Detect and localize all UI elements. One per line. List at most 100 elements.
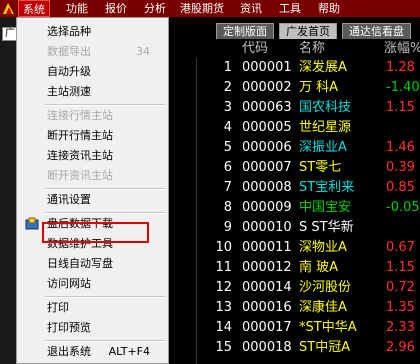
- stock-name: 深物业A: [299, 240, 347, 255]
- change-percent: 0.85: [386, 180, 415, 195]
- stock-name: 深康佳A: [299, 300, 347, 315]
- table-row[interactable]: 10 000011 深物业A 0.67: [196, 238, 420, 258]
- tab-gf-home[interactable]: 广发首页: [279, 23, 337, 39]
- stock-code: 000011: [242, 240, 292, 255]
- stock-code: 000007: [242, 160, 292, 175]
- menu-item-8: 断开资讯主站: [17, 166, 168, 186]
- stock-name: 国农科技: [299, 100, 352, 115]
- menu-item-label: 日线自动写盘: [47, 257, 113, 270]
- menu-item-2: 数据导出 34: [17, 42, 168, 62]
- table-row[interactable]: 13 000016 深康佳A 1.35: [196, 298, 420, 318]
- change-percent: 1.35: [386, 300, 415, 315]
- tab-tdx-watch[interactable]: 通达信看盘: [342, 23, 411, 39]
- menu-analysis[interactable]: 分析: [140, 0, 170, 17]
- menu-item-16[interactable]: 退出系统 ALT+F4: [17, 342, 168, 362]
- table-row[interactable]: 11 000012 南 玻A 1.15: [196, 258, 420, 278]
- table-row[interactable]: 14 000017 *ST中华A 2.33: [196, 318, 420, 338]
- stock-name: 万 科A: [299, 80, 339, 95]
- change-percent: 2.96: [386, 340, 415, 355]
- change-percent: 2.33: [386, 320, 415, 335]
- menu-separator: [45, 188, 165, 190]
- column-header-name[interactable]: 名称: [299, 40, 325, 58]
- menu-hk-futures[interactable]: 港股期货: [176, 0, 228, 17]
- table-row[interactable]: 9 000010 S ST华新: [196, 218, 420, 238]
- change-percent: 0.72: [386, 280, 415, 295]
- stock-code: 000006: [242, 140, 292, 155]
- stock-code: 000016: [242, 300, 292, 315]
- stock-code: 000002: [242, 80, 292, 95]
- row-index: 8: [223, 200, 232, 215]
- stock-code: 000018: [242, 340, 292, 355]
- menu-separator: [45, 212, 165, 214]
- table-row[interactable]: 4 000005 世纪星源: [196, 118, 420, 138]
- menu-item-label: 连接行情主站: [47, 109, 113, 122]
- stock-code: 000001: [242, 60, 292, 75]
- row-index: 10: [215, 240, 232, 255]
- column-header-change[interactable]: 涨幅%: [384, 40, 420, 58]
- stock-code: 000063: [242, 100, 292, 115]
- menu-separator: [45, 104, 165, 106]
- menu-function[interactable]: 功能: [62, 0, 92, 17]
- menu-item-1[interactable]: 选择品种: [17, 22, 168, 42]
- stock-name: 世纪星源: [299, 120, 352, 135]
- menu-item-5: 连接行情主站: [17, 106, 168, 126]
- tab-bar: 定制版面 广发首页 通达信看盘: [196, 22, 420, 40]
- menu-item-3[interactable]: 自动升级: [17, 62, 168, 82]
- menu-item-9[interactable]: 通讯设置: [17, 190, 168, 210]
- change-percent: 1.46: [386, 140, 415, 155]
- row-index: 11: [215, 260, 232, 275]
- change-percent: 1.15: [386, 100, 415, 115]
- change-percent: 1.15: [386, 260, 415, 275]
- menu-item-label: 数据导出: [47, 45, 91, 58]
- change-percent: -1.40: [386, 80, 420, 95]
- menu-item-label: 自动升级: [47, 65, 91, 78]
- menu-quote[interactable]: 报价: [101, 0, 131, 17]
- table-row[interactable]: 5 000006 深振业A 1.46: [196, 138, 420, 158]
- menu-item-label: 断开行情主站: [47, 129, 113, 142]
- menu-separator: [45, 340, 165, 342]
- table-row[interactable]: 3 000063 国农科技 1.15: [196, 98, 420, 118]
- menu-tools[interactable]: 工具: [275, 0, 305, 17]
- stock-name: 深振业A: [299, 140, 347, 155]
- row-index: 1: [223, 60, 232, 75]
- menu-news[interactable]: 资讯: [236, 0, 266, 17]
- menu-item-label: 通讯设置: [47, 193, 91, 206]
- menu-item-6[interactable]: 断开行情主站: [17, 126, 168, 146]
- stock-code: 000012: [242, 260, 292, 275]
- stock-name: ST宝利来: [299, 180, 355, 195]
- table-row[interactable]: 8 000009 中国宝安 -0.05: [196, 198, 420, 218]
- stock-name: ST零七: [299, 160, 342, 175]
- menu-item-7[interactable]: 连接资讯主站: [17, 146, 168, 166]
- row-index: 2: [223, 80, 232, 95]
- menu-item-15[interactable]: 打印预览: [17, 318, 168, 338]
- menu-item-14[interactable]: 打印: [17, 298, 168, 318]
- table-row[interactable]: 6 000007 ST零七 0.39: [196, 158, 420, 178]
- column-header-code[interactable]: 代码: [242, 40, 268, 58]
- stock-name: *ST中华A: [299, 320, 357, 335]
- tab-custom-layout[interactable]: 定制版面: [216, 23, 274, 39]
- table-row[interactable]: 12 000014 沙河股份 0.72: [196, 278, 420, 298]
- menu-item-label: 断开资讯主站: [47, 169, 113, 182]
- table-row[interactable]: 7 000008 ST宝利来 0.85: [196, 178, 420, 198]
- table-row[interactable]: 15 000018 ST中冠A 2.96: [196, 338, 420, 358]
- menu-item-label: 打印: [47, 301, 69, 314]
- stock-code: 000009: [242, 200, 292, 215]
- stock-name: 深发展A: [299, 60, 347, 75]
- row-index: 9: [223, 220, 232, 235]
- menu-item-label: 打印预览: [47, 321, 91, 334]
- menu-item-4[interactable]: 主站测速: [17, 82, 168, 102]
- menu-item-label: 连接资讯主站: [47, 149, 113, 162]
- menu-system[interactable]: 系统: [18, 0, 50, 17]
- change-percent: 0.39: [386, 160, 415, 175]
- menu-item-12[interactable]: 日线自动写盘: [17, 254, 168, 274]
- table-row[interactable]: 1 000001 深发展A 1.28: [196, 58, 420, 78]
- stock-name: 中国宝安: [299, 200, 352, 215]
- change-percent: -0.05: [386, 200, 420, 215]
- menu-item-13[interactable]: 访问网站: [17, 274, 168, 294]
- row-index: 13: [215, 300, 232, 315]
- row-index: 15: [215, 340, 232, 355]
- menu-item-label: 访问网站: [47, 277, 91, 290]
- row-index: 3: [223, 100, 232, 115]
- menu-help[interactable]: 帮助: [314, 0, 344, 17]
- table-row[interactable]: 2 000002 万 科A -1.40: [196, 78, 420, 98]
